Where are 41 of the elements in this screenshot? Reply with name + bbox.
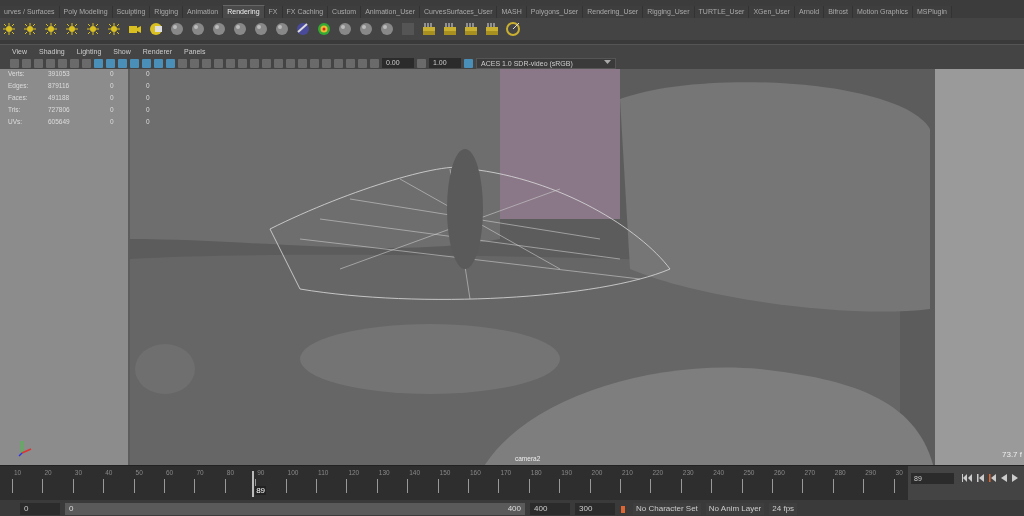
character-set-dropdown[interactable]: No Character Set: [633, 503, 701, 515]
light-icon[interactable]: [23, 22, 37, 36]
end-field[interactable]: 400: [530, 503, 570, 515]
range-slider[interactable]: [65, 503, 525, 515]
sphere-icon[interactable]: [191, 22, 205, 36]
heat-sphere-icon[interactable]: [317, 22, 331, 36]
step-back-icon[interactable]: [977, 474, 984, 482]
light-icon[interactable]: [2, 22, 16, 36]
target-icon[interactable]: [506, 22, 520, 36]
render-layers-icon[interactable]: [422, 22, 436, 36]
fps-label: 73.7 f: [1002, 450, 1022, 459]
light-icon[interactable]: [107, 22, 121, 36]
sphere-icon[interactable]: [380, 22, 394, 36]
render-layers-icon[interactable]: [485, 22, 499, 36]
sphere-icon[interactable]: [233, 22, 247, 36]
playback-end-field[interactable]: 300: [575, 503, 615, 515]
range-start-label: 0: [69, 503, 74, 515]
sphere-icon[interactable]: [338, 22, 352, 36]
toolbar-icon[interactable]: [464, 58, 473, 68]
sphere-icon[interactable]: [212, 22, 226, 36]
light-icon[interactable]: [44, 22, 58, 36]
toolbar-icon[interactable]: [417, 58, 426, 68]
play-backwards-icon[interactable]: [1001, 474, 1007, 482]
render-layers-icon[interactable]: [443, 22, 457, 36]
light-icon[interactable]: [86, 22, 100, 36]
range-end-label: 400: [507, 503, 521, 515]
current-frame-number: 89: [255, 486, 267, 495]
sphere-icon[interactable]: [170, 22, 184, 36]
current-frame-marker[interactable]: [252, 471, 255, 497]
anim-layer-dropdown[interactable]: No Anim Layer: [705, 503, 765, 515]
fps-dropdown[interactable]: 24 fps: [769, 503, 798, 515]
play-icon[interactable]: [1012, 474, 1018, 482]
striped-sphere-icon[interactable]: [296, 22, 310, 36]
render-layers-icon[interactable]: [464, 22, 478, 36]
sphere-icon[interactable]: [275, 22, 289, 36]
sphere-icon[interactable]: [254, 22, 268, 36]
step-back-key-icon[interactable]: [989, 474, 996, 482]
sphere-icon[interactable]: [359, 22, 373, 36]
key-icon[interactable]: [620, 505, 628, 513]
go-to-start-icon[interactable]: [962, 474, 972, 482]
start-field[interactable]: 0: [20, 503, 60, 515]
